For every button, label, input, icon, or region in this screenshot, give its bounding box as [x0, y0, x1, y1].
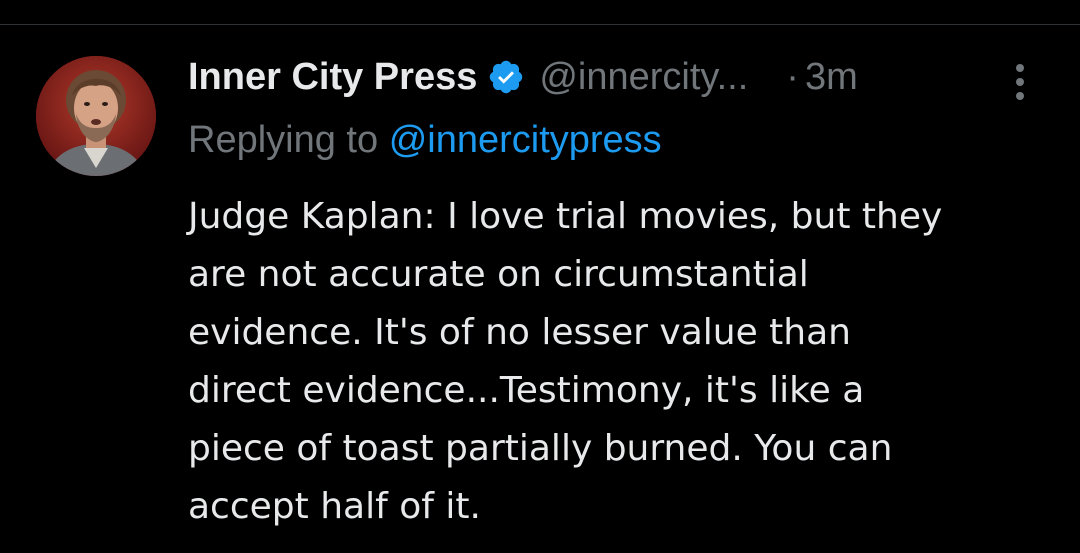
replying-to-prefix: Replying to: [188, 119, 379, 161]
tweet-text-line: Judge Kaplan: I love trial movies, but t…: [188, 196, 943, 237]
time-separator: ·: [786, 55, 799, 98]
timestamp[interactable]: 3m: [805, 56, 858, 99]
replying-to-handle-link[interactable]: @innercitypress: [389, 119, 662, 161]
verified-badge-icon: [487, 58, 525, 96]
author-handle[interactable]: @innercity...: [539, 56, 748, 99]
replying-to: Replying to @innercitypress: [188, 119, 662, 162]
more-options-icon[interactable]: [1008, 61, 1032, 103]
avatar-image: [36, 56, 156, 176]
tweet-text-line: accept half of it.: [188, 486, 481, 527]
avatar[interactable]: [36, 56, 156, 176]
tweet-text-line: evidence. It's of no lesser value than: [188, 312, 851, 353]
author-name[interactable]: Inner City Press: [188, 56, 477, 99]
tweet-text: Judge Kaplan: I love trial movies, but t…: [188, 188, 1060, 536]
tweet-header: Inner City Press @innercity... · 3m: [188, 53, 858, 101]
tweet-text-line: piece of toast partially burned. You can: [188, 428, 893, 469]
tweet[interactable]: Inner City Press @innercity... · 3m Repl…: [0, 25, 1080, 553]
tweet-text-line: direct evidence...Testimony, it's like a: [188, 370, 865, 411]
tweet-text-line: are not accurate on circumstantial: [188, 254, 809, 295]
